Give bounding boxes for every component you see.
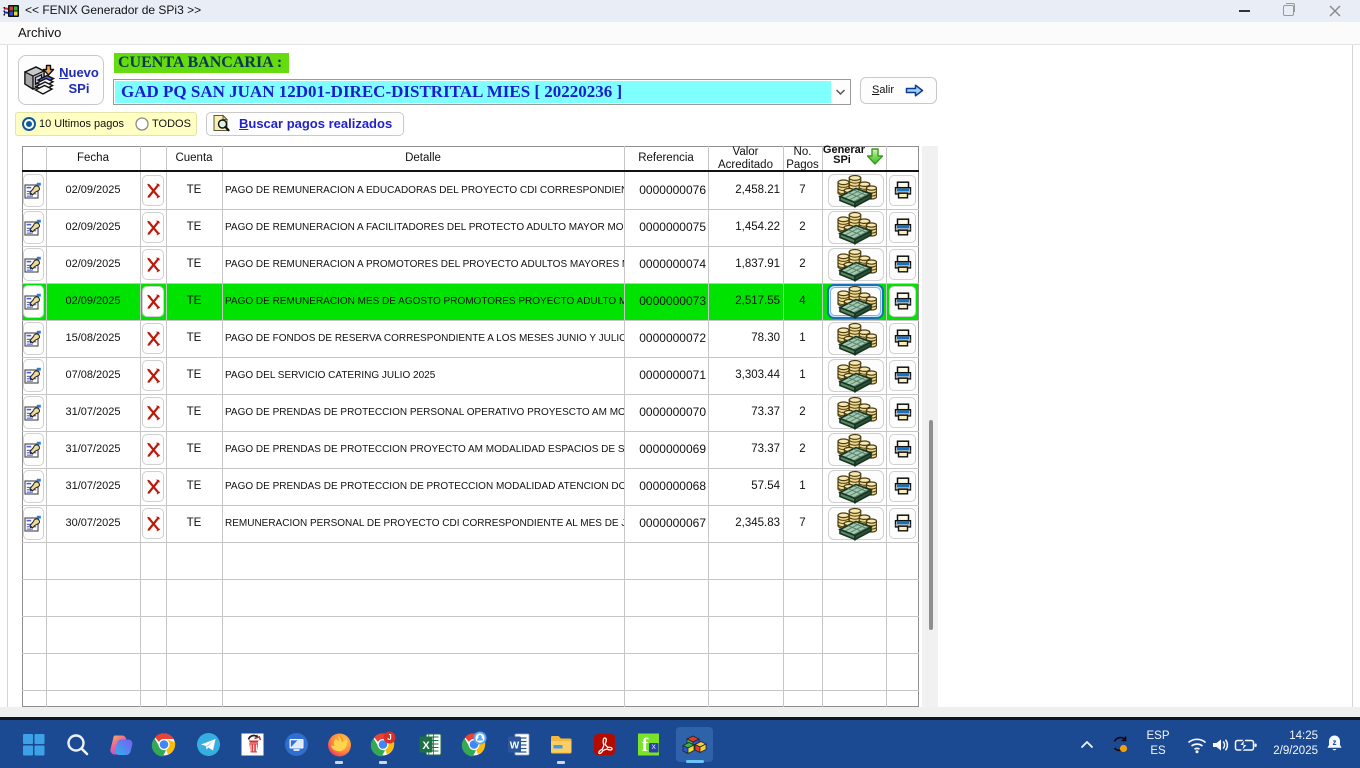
svg-text:X: X [422, 740, 430, 752]
svg-text:z: z [1333, 738, 1337, 747]
svg-text:W: W [509, 741, 519, 752]
svg-text:X: X [651, 744, 656, 751]
svg-text:J: J [387, 733, 391, 742]
svg-text:f: f [641, 735, 648, 756]
